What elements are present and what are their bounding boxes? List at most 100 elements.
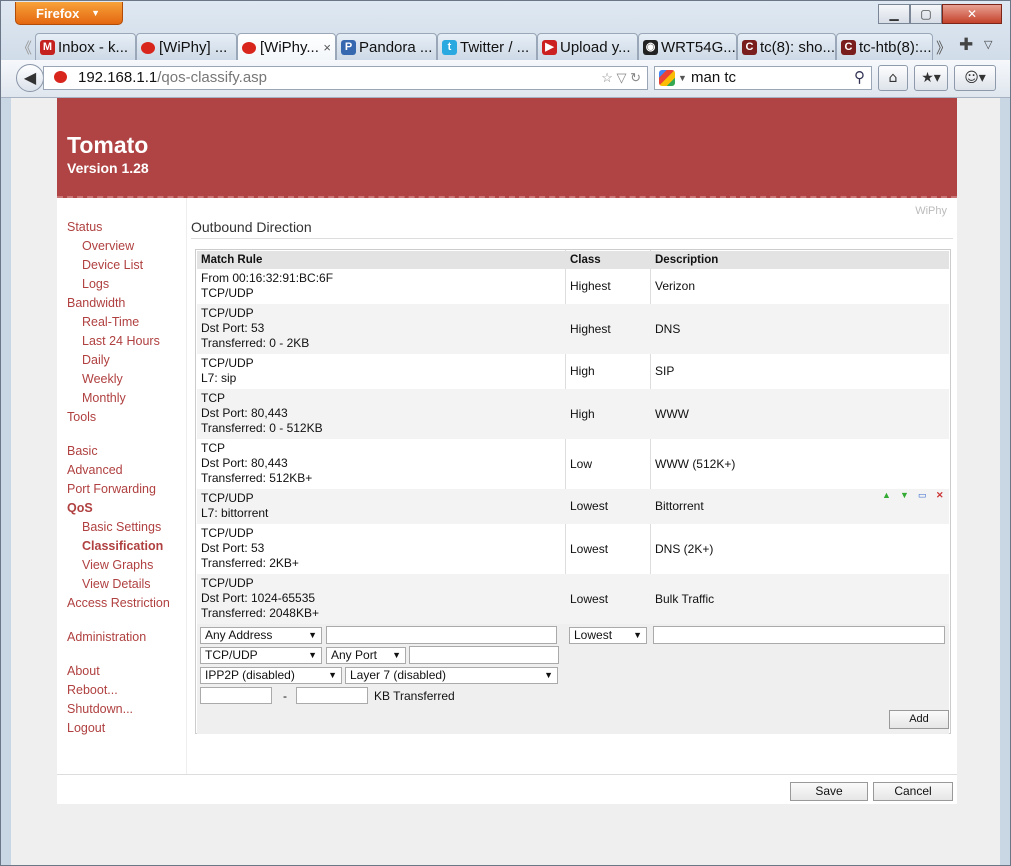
description-input[interactable] [653,626,945,644]
save-button[interactable]: Save [790,782,868,801]
port-input[interactable] [409,646,559,664]
nav-item-advanced[interactable]: Advanced [67,463,123,477]
browser-tab[interactable]: [WiPhy... × [237,33,336,61]
scroll-tabs-right-icon[interactable]: 》 [936,37,951,58]
router-name: WiPhy [915,205,947,217]
nav-item-view-details[interactable]: View Details [82,577,151,591]
browser-tab[interactable]: ◉ WRT54G... [638,33,737,60]
port-select[interactable]: Any Port ▼ [326,647,406,664]
bookmarks-button[interactable]: ★▾ [914,65,948,91]
history-dropdown-icon[interactable]: ▽ [616,70,626,85]
nav-item-monthly[interactable]: Monthly [82,391,126,405]
add-button[interactable]: Add [889,710,949,729]
nav-item-bandwidth[interactable]: Bandwidth [67,296,125,310]
header-description: Description [655,254,719,266]
nav-item-real-time[interactable]: Real-Time [82,315,139,329]
nav-item-status[interactable]: Status [67,220,102,234]
list-tabs-chevron-icon[interactable]: ▽ [984,38,992,51]
minimize-button[interactable]: ▁ [878,4,910,24]
nav-item-overview[interactable]: Overview [82,239,134,253]
description-cell: DNS (2K+) [655,541,714,556]
nav-item-about[interactable]: About [67,664,100,678]
reload-icon[interactable]: ↻ [630,70,641,85]
browser-tab[interactable]: M Inbox - k... [35,33,136,60]
nav-item-device-list[interactable]: Device List [82,258,143,272]
table-row[interactable]: TCP/UDP Dst Port: 1024-65535 Transferred: … [197,574,949,624]
table-row[interactable]: TCP Dst Port: 80,443 Transferred: 512KB+ Lo… [197,439,949,489]
back-button[interactable]: ◀ [16,64,44,92]
match-rule-line: TCP/UDP [201,576,254,590]
chevron-down-icon: ▼ [328,670,337,680]
url-bar[interactable]: 192.168.1.1/qos-classify.asp ☆ ▽ ↻ [43,66,648,90]
protocol-select[interactable]: TCP/UDP ▼ [200,647,322,664]
browser-window: Firefox ▼ ▁ ▢ ✕ 《 M Inbox - k... [WiPhy] ..… [0,0,1011,866]
bookmark-star-icon[interactable]: ☆ [601,70,613,85]
browser-tab[interactable]: ▶ Upload y... [537,33,638,60]
nav-item-basic-settings[interactable]: Basic Settings [82,520,161,534]
match-rule-line: Dst Port: 53 [201,321,265,335]
table-row[interactable]: TCP/UDP L7: sip High SIP [197,354,949,389]
nav-item-administration[interactable]: Administration [67,630,146,644]
nav-item-qos[interactable]: QoS [67,501,93,515]
nav-item-tools[interactable]: Tools [67,410,96,424]
nav-item-access-restriction[interactable]: Access Restriction [67,596,170,610]
close-tab-icon[interactable]: × [323,34,331,61]
google-engine-icon[interactable] [659,70,675,86]
table-row[interactable]: From 00:16:32:91:BC:6F TCP/UDP Highest Veri… [197,269,949,304]
description-cell: Bulk Traffic [655,591,715,606]
search-icon[interactable]: ⚲ [854,67,865,89]
nav-item-port-forwarding[interactable]: Port Forwarding [67,482,156,496]
engine-dropdown-icon[interactable]: ▼ [678,67,687,89]
firefox-menu-button[interactable]: Firefox ▼ [15,2,123,25]
browser-tab-label: [WiPhy] ... [159,39,228,56]
kb-to-input[interactable] [296,687,368,704]
nav-item-reboot[interactable]: Reboot... [67,683,118,697]
header-match-rule: Match Rule [201,254,263,266]
close-window-button[interactable]: ✕ [942,4,1002,24]
home-icon: ⌂ [888,70,898,86]
nav-item-last-24-hours[interactable]: Last 24 Hours [82,334,160,348]
nav-item-basic[interactable]: Basic [67,444,98,458]
move-up-icon[interactable]: ▲ [882,490,891,500]
addon-button[interactable]: ☺▾ [954,65,996,91]
table-row[interactable]: TCP Dst Port: 80,443 Transferred: 0 - 512K… [197,389,949,439]
nav-item-logout[interactable]: Logout [67,721,105,735]
maximize-button[interactable]: ▢ [910,4,942,24]
move-down-icon[interactable]: ▼ [900,490,909,500]
table-row[interactable]: TCP/UDP Dst Port: 53 Transferred: 2KB+ Lowe… [197,524,949,574]
match-rule-line: TCP/UDP [201,306,254,320]
browser-tab[interactable]: P Pandora ... [336,33,437,60]
scroll-tabs-left-icon[interactable]: 《 [17,37,32,58]
section-divider [191,238,953,239]
new-tab-plus-icon[interactable]: ✚ [959,35,973,55]
address-select[interactable]: Any Address ▼ [200,627,322,644]
layer7-select[interactable]: Layer 7 (disabled) ▼ [345,667,558,684]
search-input[interactable]: man tc [691,69,736,86]
kb-from-input[interactable] [200,687,272,704]
browser-tab[interactable]: Ctc-htb(8):... [836,33,933,60]
browser-tab[interactable]: t Twitter / ... [437,33,537,60]
delete-icon[interactable]: ✕ [936,490,944,501]
nav-item-classification[interactable]: Classification [82,539,163,553]
new-rule-form: Any Address ▼ TCP/UDP ▼ Any Port ▼ IPP2P (d… [197,624,949,734]
edit-icon[interactable]: ▭ [918,490,927,501]
cancel-button[interactable]: Cancel [873,782,953,801]
match-rule-line: L7: sip [201,371,237,385]
nav-item-daily[interactable]: Daily [82,353,110,367]
address-input[interactable] [326,626,557,644]
match-rule-line: Dst Port: 1024-65535 [201,591,316,605]
table-row[interactable]: TCP/UDP Dst Port: 53 Transferred: 0 - 2KB H… [197,304,949,354]
nav-item-weekly[interactable]: Weekly [82,372,123,386]
class-select[interactable]: Lowest ▼ [569,627,647,644]
table-row[interactable]: TCP/UDP L7: bittorrent Lowest Bittorrent [197,489,949,524]
browser-tab[interactable]: Ctc(8): sho... [737,33,836,60]
pandora-icon: P [341,40,356,55]
youtube-icon: ▶ [542,40,557,55]
nav-item-logs[interactable]: Logs [82,277,109,291]
home-button[interactable]: ⌂ [878,65,908,91]
search-bar[interactable]: ▼ man tc ⚲ [654,66,872,90]
browser-tab[interactable]: [WiPhy] ... [136,33,237,60]
nav-item-shutdown[interactable]: Shutdown... [67,702,133,716]
ipp2p-select[interactable]: IPP2P (disabled) ▼ [200,667,342,684]
nav-item-view-graphs[interactable]: View Graphs [82,558,153,572]
